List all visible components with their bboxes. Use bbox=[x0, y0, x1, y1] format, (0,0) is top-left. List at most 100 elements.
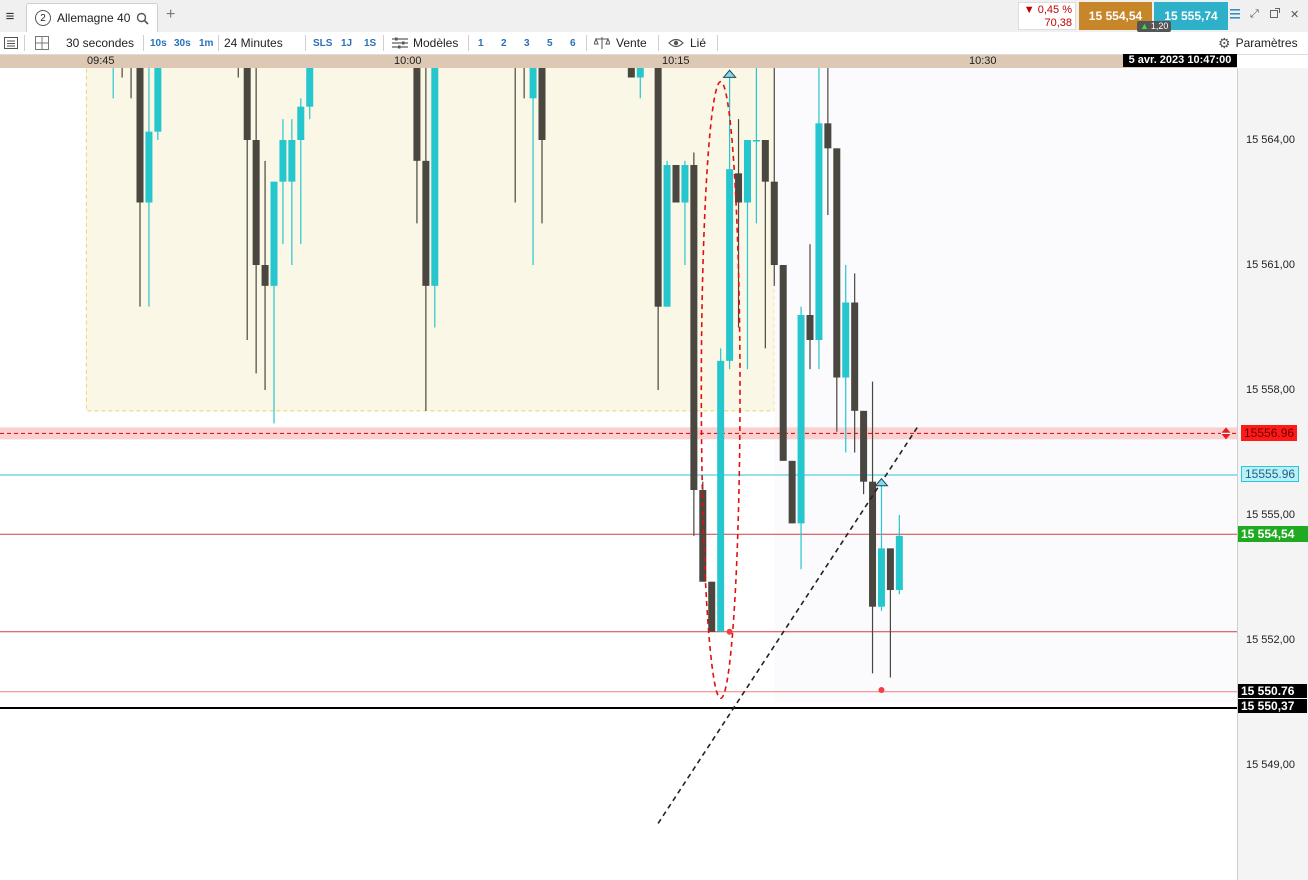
time-label: 10:30 bbox=[969, 55, 997, 67]
candle-body bbox=[743, 140, 751, 203]
candle-body bbox=[252, 140, 260, 266]
range-sls-button[interactable]: SLS bbox=[313, 32, 332, 54]
scale-icon bbox=[594, 37, 610, 49]
time-axis: 09:45 10:00 10:15 10:30 bbox=[0, 55, 1237, 68]
tab-allemagne-40[interactable]: 2 Allemagne 40 bbox=[26, 3, 158, 32]
templates-button[interactable]: Modèles bbox=[392, 32, 458, 54]
day-button-5[interactable]: 5 bbox=[547, 32, 553, 54]
sliders-icon bbox=[392, 37, 408, 49]
candle-body bbox=[779, 265, 787, 461]
candle-body bbox=[735, 173, 743, 203]
candle-body bbox=[297, 106, 305, 140]
candle-body bbox=[627, 68, 635, 78]
candle-body bbox=[422, 160, 430, 286]
candle-body bbox=[824, 123, 832, 149]
candle-body bbox=[752, 140, 760, 142]
interval-30s-button[interactable]: 30s bbox=[174, 32, 191, 54]
candle-body bbox=[708, 581, 716, 632]
tab-number-badge: 2 bbox=[35, 10, 51, 26]
candle-body bbox=[770, 181, 778, 266]
change-points: 70,38 bbox=[1044, 17, 1072, 29]
candle-body bbox=[877, 548, 885, 607]
candle-body bbox=[860, 410, 868, 482]
chart-toolbar: 30 secondes 10s 30s 1m 24 Minutes SLS 1J… bbox=[0, 32, 1308, 55]
toolbar-divider bbox=[305, 35, 306, 51]
plus-icon[interactable]: + bbox=[166, 6, 175, 24]
timeframe-select[interactable]: 30 secondes bbox=[66, 32, 134, 54]
close-icon[interactable]: ✕ bbox=[1290, 8, 1299, 21]
linked-label: Lié bbox=[690, 36, 707, 50]
time-label: 10:15 bbox=[662, 55, 690, 67]
line-level-tag: 15 550.76 bbox=[1238, 684, 1307, 698]
period-select[interactable]: 24 Minutes bbox=[224, 32, 283, 54]
change-percent: ▼ 0,45 % bbox=[1023, 4, 1072, 16]
candle-body bbox=[895, 535, 903, 591]
highlight-zone bbox=[85, 68, 775, 412]
price-tick-label: 15 555,00 bbox=[1246, 509, 1295, 521]
search-icon[interactable] bbox=[136, 12, 149, 25]
settings-button[interactable]: ⚙ Paramètres bbox=[1218, 32, 1298, 54]
candlestick-chart[interactable] bbox=[0, 68, 1237, 880]
sell-mode-button[interactable]: Vente bbox=[594, 32, 647, 54]
eye-icon bbox=[668, 38, 684, 48]
spread-value: 1,20 bbox=[1150, 21, 1169, 31]
candle-body bbox=[761, 140, 769, 182]
range-1j-button[interactable]: 1J bbox=[341, 32, 352, 54]
candle-body bbox=[806, 315, 814, 341]
range-1s-button[interactable]: 1S bbox=[364, 32, 376, 54]
hamburger-menu-icon[interactable]: ≡ bbox=[0, 0, 20, 32]
candle-body bbox=[717, 360, 725, 632]
candle-body bbox=[154, 68, 162, 132]
toolbar-divider bbox=[468, 35, 469, 51]
triangle-up-icon: ▲ bbox=[1140, 21, 1149, 31]
candle-body bbox=[538, 68, 546, 141]
expand-icon[interactable]: ⤢ bbox=[1250, 8, 1259, 21]
day-button-1[interactable]: 1 bbox=[478, 32, 484, 54]
price-tick-label: 15 561,00 bbox=[1246, 259, 1295, 271]
toolbar-divider bbox=[586, 35, 587, 51]
cyan-level-tag[interactable]: 15555.96 bbox=[1241, 466, 1300, 482]
price-chart[interactable] bbox=[0, 68, 1237, 880]
day-button-6[interactable]: 6 bbox=[570, 32, 576, 54]
price-axis[interactable]: 15 564,00 15 561,00 15 558,00 15 555,00 … bbox=[1237, 68, 1308, 880]
day-button-3[interactable]: 3 bbox=[524, 32, 530, 54]
candle-body bbox=[288, 140, 296, 182]
top-bar: ≡ 2 Allemagne 40 + ▼ 0,45 % 70,38 15 554… bbox=[0, 0, 1308, 33]
marker-dot bbox=[878, 687, 885, 694]
toolbar-divider bbox=[24, 35, 25, 51]
candle-body bbox=[815, 123, 823, 341]
daily-change: ▼ 0,45 % 70,38 bbox=[1018, 2, 1076, 30]
day-button-2[interactable]: 2 bbox=[501, 32, 507, 54]
layout-grid-icon[interactable] bbox=[35, 32, 49, 54]
candle-body bbox=[851, 302, 859, 411]
sell-mode-label: Vente bbox=[616, 36, 647, 50]
interval-10s-button[interactable]: 10s bbox=[150, 32, 167, 54]
candle-body bbox=[431, 68, 439, 286]
candle-body bbox=[886, 548, 894, 591]
candle-body bbox=[145, 131, 153, 203]
time-label: 09:45 bbox=[87, 55, 115, 67]
candle-body bbox=[869, 481, 877, 607]
toolbar-divider bbox=[218, 35, 219, 51]
toolbar-divider bbox=[717, 35, 718, 51]
candle-body bbox=[261, 265, 269, 286]
candle-body bbox=[413, 68, 421, 161]
candle-body bbox=[306, 68, 314, 107]
list-menu-icon[interactable] bbox=[1230, 8, 1240, 20]
candle-body bbox=[672, 165, 680, 203]
candle-body bbox=[636, 68, 644, 78]
price-tick-label: 15 558,00 bbox=[1246, 384, 1295, 396]
alert-level-tag[interactable]: 15556.96 bbox=[1241, 425, 1298, 441]
candle-body bbox=[681, 165, 689, 203]
list-view-icon[interactable] bbox=[4, 32, 18, 54]
interval-1m-button[interactable]: 1m bbox=[199, 32, 213, 54]
candle-body bbox=[270, 181, 278, 286]
linked-button[interactable]: Lié bbox=[668, 32, 706, 54]
candle-body bbox=[690, 165, 698, 491]
detach-window-icon[interactable] bbox=[1270, 8, 1280, 18]
line-level-tag: 15 550,37 bbox=[1238, 699, 1307, 713]
candle-body bbox=[842, 302, 850, 378]
price-tick-label: 15 549,00 bbox=[1246, 759, 1295, 771]
candle-body bbox=[279, 140, 287, 182]
spread-badge: ▲ 1,20 bbox=[1137, 21, 1172, 32]
